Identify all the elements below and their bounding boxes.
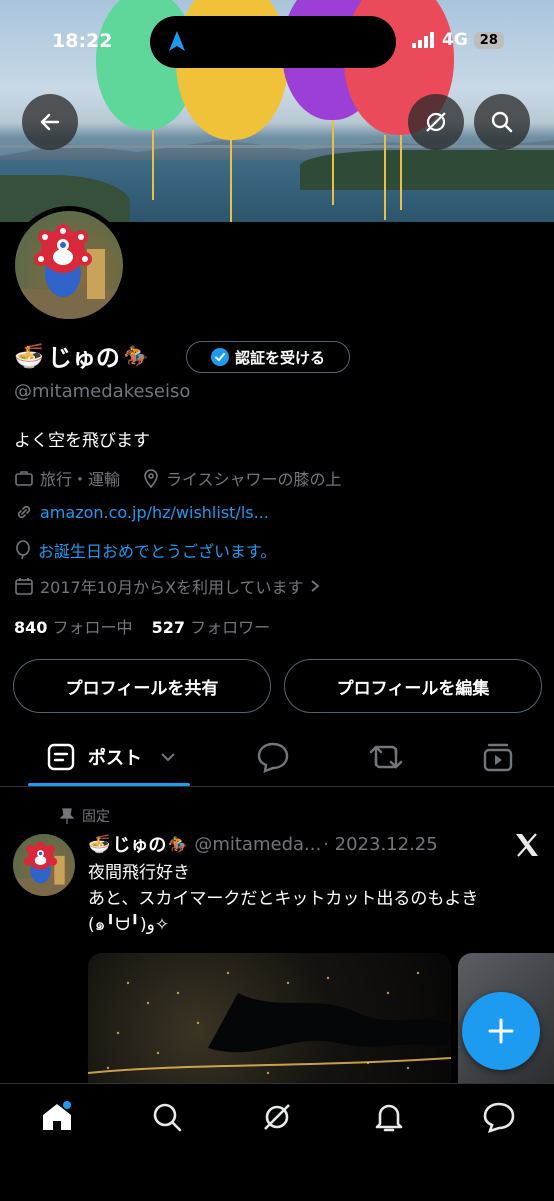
noodle-emoji: 🍜 — [14, 341, 44, 370]
search-button[interactable] — [474, 94, 530, 150]
website-row[interactable]: amazon.co.jp/hz/wishlist/ls... — [14, 502, 269, 522]
joined-row[interactable]: 2017年10月からXを利用しています — [14, 574, 320, 598]
status-time: 18:22 — [52, 30, 113, 52]
mascot-image — [15, 224, 123, 319]
balloon-string — [400, 135, 402, 210]
display-name: 🍜 じゅの 🏇 — [14, 338, 149, 373]
followers-link[interactable]: 527 フォロワー — [152, 618, 271, 637]
following-label: フォロー中 — [52, 618, 133, 637]
balloon-string — [332, 120, 334, 205]
followers-count: 527 — [151, 618, 186, 637]
bell-icon — [375, 1104, 403, 1132]
category-text: 旅行・運輸 — [40, 470, 121, 489]
compose-post-button[interactable] — [462, 992, 540, 1070]
display-name-text: じゅの — [47, 344, 120, 372]
briefcase-icon — [15, 471, 33, 486]
status-right: 4G 28 — [412, 30, 504, 50]
birthday-text: お誕生日おめでとうございます。 — [38, 542, 277, 561]
following-link[interactable]: 840 フォロー中 — [14, 618, 133, 637]
handle: @mitamedakeseiso — [14, 381, 191, 402]
media-icon — [483, 743, 513, 772]
navigation-arrow-icon — [169, 31, 185, 51]
active-tab-indicator — [28, 783, 190, 786]
post-text-line: 夜間飛行好き — [88, 863, 190, 883]
posts-icon — [47, 743, 75, 771]
website-link[interactable]: amazon.co.jp/hz/wishlist/ls... — [40, 503, 269, 522]
post-author[interactable]: じゅの — [112, 831, 166, 857]
follow-counts: 840 フォロー中 527 フォロワー — [14, 614, 270, 638]
x-logo-icon — [516, 833, 538, 857]
home-icon — [43, 1101, 71, 1130]
nav-notifications[interactable] — [372, 1100, 406, 1134]
signal-icon — [412, 32, 434, 48]
horse-racing-emoji: 🏇 — [168, 834, 189, 854]
bio: よく空を飛びます — [14, 431, 150, 451]
post-date: · 2023.12.25 — [323, 833, 438, 855]
verified-badge-icon — [210, 348, 229, 366]
back-arrow-icon — [40, 113, 60, 131]
pinned-indicator: 固定 — [60, 806, 110, 826]
edit-profile-button[interactable]: プロフィールを編集 — [284, 659, 542, 713]
joined-text: 2017年10月からXを利用しています — [40, 578, 304, 597]
banner-bridge — [0, 145, 554, 148]
tab-reposts[interactable] — [368, 741, 404, 777]
get-verified-button[interactable]: 認証を受ける — [186, 341, 350, 373]
nav-grok[interactable] — [260, 1100, 294, 1134]
chat-bubble-icon — [483, 1102, 515, 1134]
balloon-string — [384, 135, 386, 220]
dynamic-island — [150, 16, 396, 68]
repost-icon — [369, 745, 403, 769]
post-text: 夜間飛行好き あと、スカイマークだとキットカット出るのもよき(๑╹ᗨ╹)و✧ — [88, 860, 550, 938]
network-label: 4G — [442, 30, 468, 50]
followers-label: フォロワー — [190, 618, 271, 637]
nav-search[interactable] — [150, 1100, 184, 1134]
balloon-string — [230, 140, 232, 222]
grok-button[interactable] — [408, 94, 464, 150]
plus-icon — [488, 1018, 514, 1044]
post-image-night-city[interactable] — [88, 953, 451, 1083]
noodle-emoji: 🍜 — [88, 833, 111, 855]
reply-icon — [257, 742, 289, 773]
mascot-image — [13, 841, 75, 896]
horse-racing-emoji: 🏇 — [123, 343, 149, 368]
post-text-line: あと、スカイマークだとキットカット出るのもよき(๑╹ᗨ╹)و✧ — [88, 889, 479, 935]
banner-shore-right — [300, 150, 554, 190]
tab-posts[interactable]: ポスト — [46, 742, 176, 772]
get-verified-label: 認証を受ける — [234, 348, 325, 367]
location-text: ライスシャワーの膝の上 — [166, 470, 342, 489]
following-count: 840 — [14, 618, 48, 637]
post-header: 🍜 じゅの 🏇 @mitameda... · 2023.12.25 — [88, 831, 438, 857]
post-avatar[interactable] — [13, 834, 75, 896]
battery-icon: 28 — [473, 31, 504, 49]
avatar[interactable] — [15, 211, 123, 319]
tab-replies[interactable] — [256, 741, 290, 777]
pin-icon — [60, 808, 74, 824]
calendar-icon — [15, 578, 33, 595]
chevron-right-icon — [310, 580, 319, 592]
tab-posts-label: ポスト — [88, 748, 142, 769]
balloon-icon — [16, 540, 30, 560]
chevron-down-icon[interactable] — [160, 752, 176, 762]
tab-media[interactable] — [482, 741, 514, 777]
pinned-label: 固定 — [82, 809, 110, 825]
nav-home[interactable] — [40, 1100, 74, 1134]
grok-icon — [264, 1104, 290, 1130]
back-button[interactable] — [22, 94, 78, 150]
search-icon — [153, 1103, 182, 1132]
night-city-image — [88, 971, 451, 1075]
grok-icon — [426, 112, 446, 132]
birthday-row: お誕生日おめでとうございます。 — [14, 538, 276, 562]
category-location-row: 旅行・運輸 ライスシャワーの膝の上 — [14, 466, 342, 490]
location-pin-icon — [144, 469, 158, 488]
link-icon — [17, 505, 31, 519]
post-handle[interactable]: @mitameda... — [194, 834, 321, 855]
nav-messages[interactable] — [482, 1100, 516, 1134]
balloon-string — [152, 130, 154, 200]
search-icon — [491, 111, 513, 133]
share-profile-button[interactable]: プロフィールを共有 — [13, 659, 271, 713]
